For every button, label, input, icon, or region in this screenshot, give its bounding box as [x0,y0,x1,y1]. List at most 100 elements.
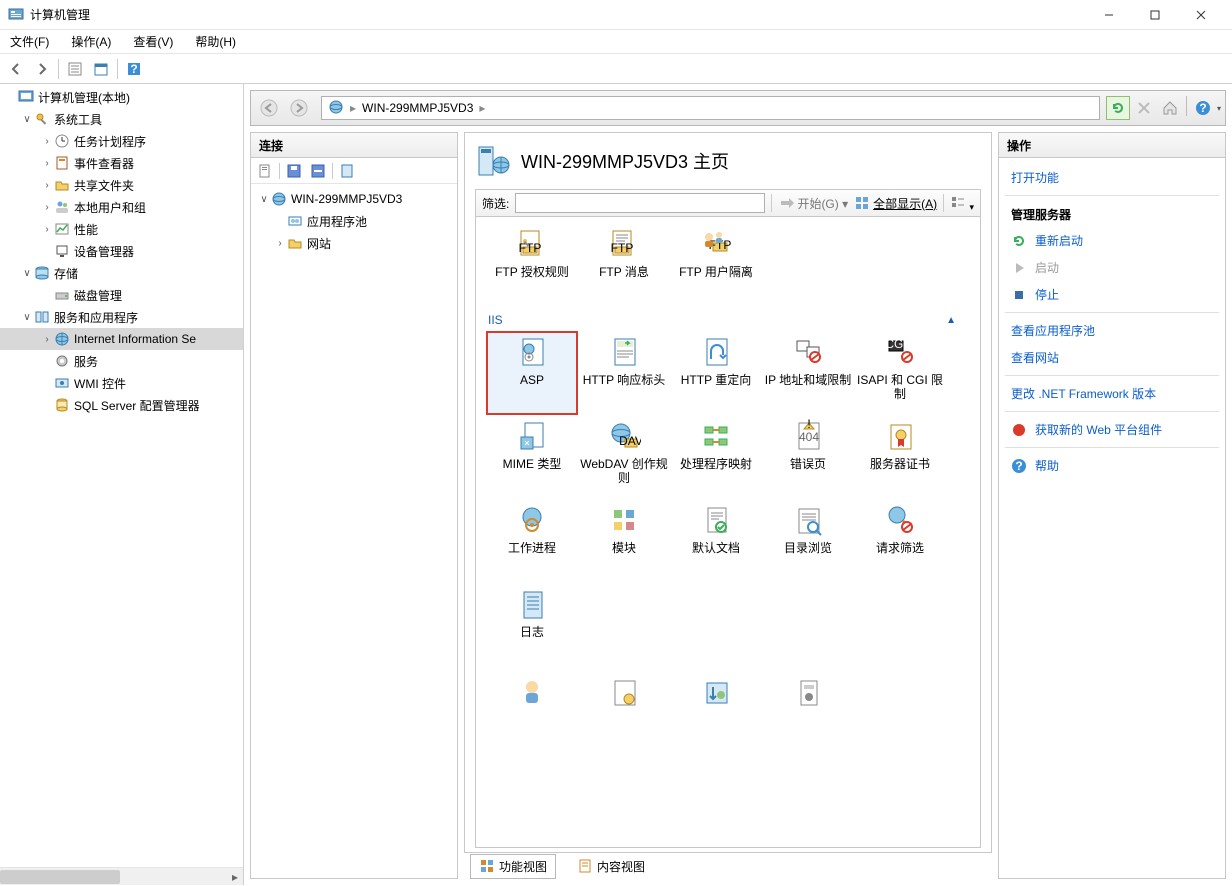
conn-apppools-node[interactable]: 应用程序池 [253,210,455,232]
svg-text:?: ? [1199,101,1206,115]
tree-performance[interactable]: ›性能 [0,218,243,240]
tree-wmi[interactable]: WMI 控件 [0,372,243,394]
feature-ftp-authrules[interactable]: FTPFTP 授权规则 [486,223,578,307]
tree-systools[interactable]: ∨系统工具 [0,108,243,130]
tab-feature-view[interactable]: 功能视图 [470,854,556,879]
asp-icon [515,335,549,369]
home-button[interactable] [1158,96,1182,120]
filter-input[interactable] [515,193,765,213]
action-view-apppools[interactable]: 查看应用程序池 [1003,317,1221,344]
tree-root[interactable]: 计算机管理(本地) [0,86,243,108]
feature-peek-2[interactable] [578,671,670,711]
feature-peek-4[interactable] [762,671,854,711]
feature-isapicgi[interactable]: CGIISAPI 和 CGI 限制 [854,331,946,415]
addr-back-button[interactable] [255,94,283,122]
actions-panel: 操作 打开功能 管理服务器 重新启动 启动 停止 查看应用程序池 查看网站 更改… [998,132,1226,879]
showall-button[interactable]: 全部显示(A) [854,195,937,212]
help-icon-button[interactable]: ? [1191,96,1215,120]
feature-httpresp[interactable]: HTTP 响应标头 [578,331,670,415]
action-start: 启动 [1003,254,1221,281]
defaultdoc-icon [699,503,733,537]
tree-servicesnode[interactable]: 服务 [0,350,243,372]
event-icon [54,155,70,171]
tree-sql[interactable]: SQL Server 配置管理器 [0,394,243,416]
tab-content-view[interactable]: 内容视图 [568,854,654,879]
feature-ftp-messages[interactable]: FTPFTP 消息 [578,223,670,307]
feature-asp[interactable]: ASP [486,331,578,415]
feature-modules[interactable]: 模块 [578,499,670,583]
dirbrowse-icon [791,503,825,537]
conn-server-icon[interactable] [337,161,357,181]
action-change-net[interactable]: 更改 .NET Framework 版本 [1003,380,1221,407]
action-help[interactable]: ?帮助 [1003,452,1221,479]
minimize-button[interactable] [1086,0,1132,30]
conn-save-icon[interactable] [284,161,304,181]
feature-servercerts[interactable]: 服务器证书 [854,415,946,499]
action-open-feature[interactable]: 打开功能 [1003,164,1221,191]
tree-diskmgmt[interactable]: 磁盘管理 [0,284,243,306]
collapse-iis-icon[interactable]: ▲ [946,315,956,326]
properties-button[interactable] [63,57,87,81]
conn-doc-icon[interactable] [255,161,275,181]
filter-bar: 筛选: 开始(G) ▾ 全部显示(A) ▾ [475,189,981,217]
menu-action[interactable]: 操作(A) [67,31,115,52]
mime-icon [515,419,549,453]
features-area: FTPFTP 授权规则 FTPFTP 消息 FTPFTP 用户隔离 IIS▲ A… [475,217,981,848]
calendar-button[interactable] [89,57,113,81]
action-restart[interactable]: 重新启动 [1003,227,1221,254]
feature-handlermap[interactable]: 处理程序映射 [670,415,762,499]
conn-remove-icon[interactable] [308,161,328,181]
action-stop[interactable]: 停止 [1003,281,1221,308]
back-button[interactable] [4,57,28,81]
output-icon [607,675,641,709]
tree-storage[interactable]: ∨存储 [0,262,243,284]
refresh-button[interactable] [1106,96,1130,120]
close-button[interactable] [1178,0,1224,30]
clock-icon [54,133,70,149]
tree-localusers[interactable]: ›本地用户和组 [0,196,243,218]
forward-button[interactable] [30,57,54,81]
tree-tasksched[interactable]: ›任务计划程序 [0,130,243,152]
logging-icon [515,587,549,621]
feature-httpredir[interactable]: HTTP 重定向 [670,331,762,415]
feature-webdav[interactable]: DAVWebDAV 创作规则 [578,415,670,499]
feature-dirbrowse[interactable]: 目录浏览 [762,499,854,583]
storage-icon [34,265,50,281]
go-button[interactable]: 开始(G) ▾ [778,195,848,212]
feature-defaultdoc[interactable]: 默认文档 [670,499,762,583]
feature-logging[interactable]: 日志 [486,583,578,667]
feature-iprestr[interactable]: IP 地址和域限制 [762,331,854,415]
tree-devicemgr[interactable]: 设备管理器 [0,240,243,262]
left-hscrollbar[interactable]: ◂ ▸ [0,867,243,885]
feature-peek-3[interactable] [670,671,762,711]
feature-peek-1[interactable] [486,671,578,711]
addr-forward-button[interactable] [285,94,313,122]
feature-workerproc[interactable]: 工作进程 [486,499,578,583]
conn-sites-node[interactable]: ›网站 [253,232,455,254]
feature-ftp-userisolation[interactable]: FTPFTP 用户隔离 [670,223,762,307]
feature-errorpages[interactable]: !404错误页 [762,415,854,499]
menu-view[interactable]: 查看(V) [129,31,177,52]
view-mode-dropdown[interactable]: ▾ [950,194,974,213]
menu-help[interactable]: 帮助(H) [191,31,240,52]
tree-services[interactable]: ∨服务和应用程序 [0,306,243,328]
action-get-webplatform[interactable]: 获取新的 Web 平台组件 [1003,416,1221,443]
svg-text:CGI: CGI [885,337,906,351]
tree-iis[interactable]: ›Internet Information Se [0,328,243,350]
help-button[interactable]: ? [122,57,146,81]
address-field[interactable]: ▸ WIN-299MMPJ5VD3 ▸ [321,96,1100,120]
feature-mime[interactable]: MIME 类型 [486,415,578,499]
conn-server-node[interactable]: ∨WIN-299MMPJ5VD3 [253,188,455,210]
actions-header: 操作 [998,132,1226,158]
scroll-thumb[interactable] [0,870,120,884]
action-view-sites[interactable]: 查看网站 [1003,344,1221,371]
scroll-right-icon[interactable]: ▸ [227,868,243,886]
feature-reqfilter[interactable]: 请求筛选 [854,499,946,583]
menu-file[interactable]: 文件(F) [6,31,53,52]
tree-sharedfolders[interactable]: ›共享文件夹 [0,174,243,196]
svg-text:FTP: FTP [611,241,634,255]
webplatform-icon [1011,422,1027,438]
tree-eventviewer[interactable]: ›事件查看器 [0,152,243,174]
disk-icon [54,287,70,303]
maximize-button[interactable] [1132,0,1178,30]
